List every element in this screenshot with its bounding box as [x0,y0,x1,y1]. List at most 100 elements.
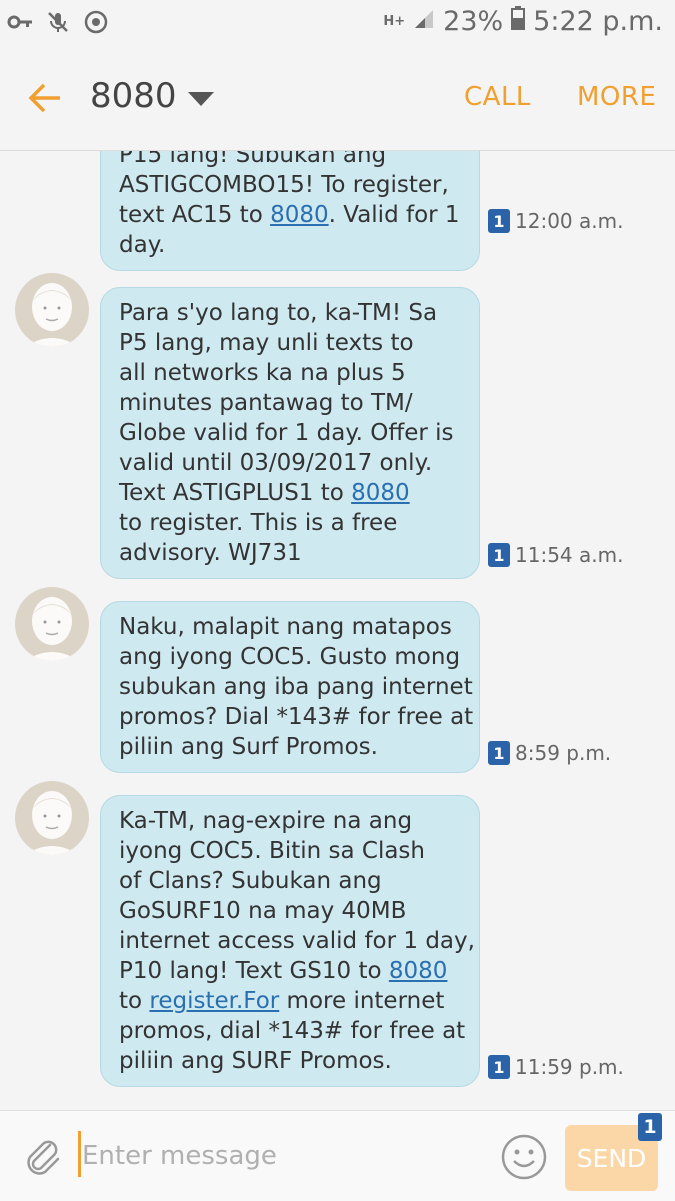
message-text: Text ASTIGPLUS1 to [119,480,352,506]
message-line: Para s'yo lang to, ka-TM! Sa [119,298,459,328]
message-link[interactable]: register.For [149,988,279,1014]
message-list[interactable]: P15 lang! Subukan ang ASTIGCOMBO15! To re… [0,151,675,1109]
message-text: more internet [279,988,445,1014]
message-link[interactable]: 8080 [351,480,410,506]
sim-1-icon: 1 [488,543,510,567]
message-text: minutes pantawag to TM/ [119,390,413,416]
paperclip-icon[interactable] [20,1133,64,1177]
message-line: P15 lang! Subukan ang [119,151,459,170]
emoji-icon[interactable] [500,1133,548,1181]
message-line: piliin ang SURF Promos. [119,1046,459,1076]
message-text: internet access valid for 1 day, [119,928,475,954]
message-line: piliin ang Surf Promos. [119,732,459,762]
message-meta: 1 12:00 a.m. [488,209,623,233]
message-text: Naku, malapit nang matapos [119,614,452,640]
sim-1-icon: 1 [638,1113,662,1141]
message-bubble[interactable]: Ka-TM, nag-expire na ang iyong COC5. Biti… [100,795,480,1087]
message-meta: 1 8:59 p.m. [488,741,611,765]
battery-level: 23% [443,6,504,37]
message-line: Text ASTIGPLUS1 to 8080 [119,478,459,508]
message-line: Naku, malapit nang matapos [119,612,459,642]
message-line: to register.For more internet [119,986,459,1016]
conversation-header: 8080 CALL MORE [0,48,675,151]
network-type: H+ [383,14,406,29]
message-text: piliin ang Surf Promos. [119,734,378,760]
message-meta: 1 11:54 a.m. [488,543,623,567]
message-time: 11:54 a.m. [515,543,624,567]
more-button[interactable]: MORE [577,82,656,112]
message-text: ang iyong COC5. Gusto mong [119,644,461,670]
message-bubble[interactable]: Naku, malapit nang matapos ang iyong COC5… [100,601,480,773]
sim-1-icon: 1 [488,1055,510,1079]
sim-1-icon: 1 [488,209,510,233]
sync-icon [82,8,110,36]
status-bar: H+ 23% 5:22 p.m. [0,0,675,48]
message-text: . Valid for 1 [328,202,460,228]
message-line: all networks ka na plus 5 [119,358,459,388]
message-text: promos, dial *143# for free at [119,1018,466,1044]
message-input[interactable] [80,1133,484,1179]
message-text: piliin ang SURF Promos. [119,1048,392,1074]
message-text: GoSURF10 na may 40MB [119,898,407,924]
message-line: of Clans? Subukan ang [119,866,459,896]
message-text: to [119,988,150,1014]
message-bubble[interactable]: P15 lang! Subukan ang ASTIGCOMBO15! To re… [100,151,480,271]
message-link[interactable]: 8080 [270,202,329,228]
message-text: Globe valid for 1 day. Offer is [119,420,454,446]
message-text: P10 lang! Text GS10 to [119,958,389,984]
message-line: ASTIGCOMBO15! To register, [119,170,459,200]
mic-off-icon [44,8,72,36]
message-line: ang iyong COC5. Gusto mong [119,642,461,672]
call-button[interactable]: CALL [464,82,531,112]
message-text: all networks ka na plus 5 [119,360,406,386]
chevron-down-icon[interactable] [188,92,214,106]
message-time: 12:00 a.m. [515,209,624,233]
avatar[interactable] [15,781,89,855]
message-text: Ka-TM, nag-expire na ang [119,808,413,834]
message-text: day. [119,232,166,258]
message-line: iyong COC5. Bitin sa Clash [119,836,459,866]
message-line: promos? Dial *143# for free at [119,702,473,732]
message-bubble[interactable]: Para s'yo lang to, ka-TM! Sa P5 lang, may… [100,287,480,579]
message-line: text AC15 to 8080. Valid for 1 [119,200,460,230]
avatar[interactable] [15,587,89,661]
battery-icon [511,6,526,37]
message-line: P10 lang! Text GS10 to 8080 [119,956,459,986]
message-text: Para s'yo lang to, ka-TM! Sa [119,300,438,326]
message-text: advisory. WJ731 [119,540,302,566]
message-text: valid until 03/09/2017 only. [119,450,433,476]
message-text: promos? Dial *143# for free at [119,704,474,730]
clock: 5:22 p.m. [533,6,663,37]
sim-1-icon: 1 [488,741,510,765]
message-text: of Clans? Subukan ang [119,868,382,894]
message-text: iyong COC5. Bitin sa Clash [119,838,425,864]
message-text: ASTIGCOMBO15! To register, [119,172,449,198]
message-line: internet access valid for 1 day, [119,926,475,956]
message-line: P5 lang, may unli texts to [119,328,459,358]
message-text: to register. This is a free [119,510,398,536]
message-line: to register. This is a free [119,508,459,538]
back-arrow-icon[interactable] [26,78,66,118]
message-line: subukan ang iba pang internet [119,672,473,702]
message-link[interactable]: 8080 [389,958,448,984]
message-text: P5 lang, may unli texts to [119,330,414,356]
message-text: text AC15 to [119,202,271,228]
avatar[interactable] [15,273,89,347]
message-text: P15 lang! Subukan ang [119,151,387,168]
message-composer: SEND 1 [0,1110,675,1201]
message-text: subukan ang iba pang internet [119,674,473,700]
message-line: valid until 03/09/2017 only. [119,448,459,478]
message-line: promos, dial *143# for free at [119,1016,465,1046]
message-time: 11:59 p.m. [515,1055,624,1079]
message-line: advisory. WJ731 [119,538,459,568]
key-icon [6,8,34,36]
message-line: day. [119,230,459,260]
signal-icon [413,6,435,37]
message-line: minutes pantawag to TM/ [119,388,459,418]
message-time: 8:59 p.m. [515,741,612,765]
message-line: Globe valid for 1 day. Offer is [119,418,459,448]
conversation-title[interactable]: 8080 [90,76,177,116]
message-meta: 1 11:59 p.m. [488,1055,624,1079]
message-line: GoSURF10 na may 40MB [119,896,459,926]
message-line: Ka-TM, nag-expire na ang [119,806,459,836]
